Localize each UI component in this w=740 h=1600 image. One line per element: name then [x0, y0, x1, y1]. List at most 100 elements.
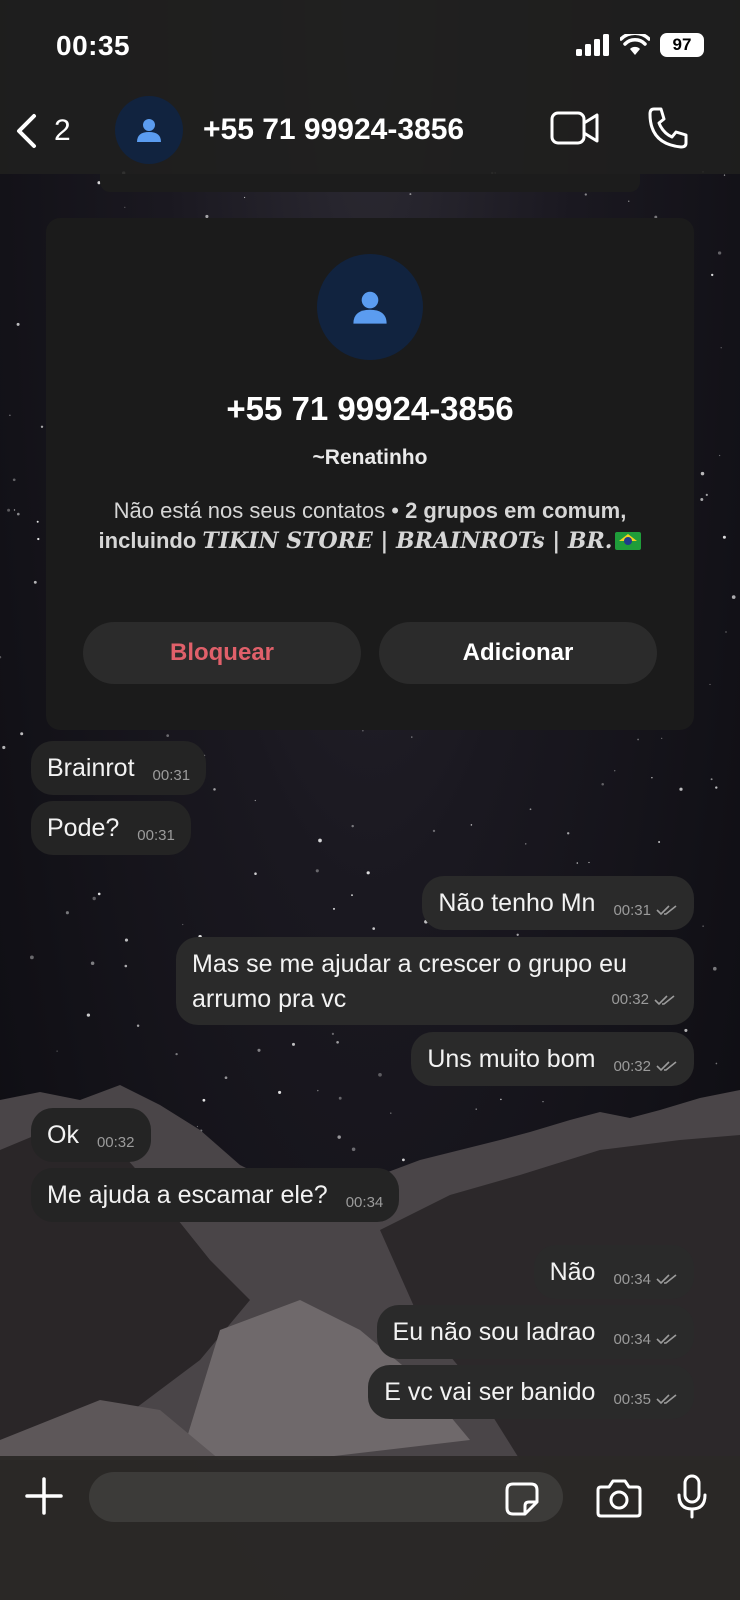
- star: [136, 1024, 140, 1027]
- message-time: 00:32: [611, 991, 649, 1008]
- avatar[interactable]: [115, 96, 183, 164]
- star: [637, 738, 640, 741]
- star: [202, 1098, 206, 1102]
- message-time: 00:34: [613, 1330, 651, 1348]
- message-bubble[interactable]: E vc vai ser banido 00:35: [368, 1365, 694, 1419]
- star: [713, 966, 717, 971]
- star: [12, 478, 16, 482]
- video-camera-icon: [550, 111, 599, 145]
- star: [567, 832, 570, 835]
- star: [628, 200, 630, 202]
- star: [124, 964, 128, 968]
- back-button[interactable]: 2: [14, 108, 71, 154]
- star: [470, 824, 473, 826]
- star: [710, 778, 713, 781]
- star: [278, 1090, 282, 1094]
- message-bubble[interactable]: Pode? 00:31: [31, 801, 191, 855]
- message-bubble[interactable]: Mas se me ajudar a crescer o grupo eu ar…: [176, 937, 694, 1025]
- star: [723, 174, 726, 176]
- star: [679, 787, 683, 791]
- contact-phone: +55 71 99924-3856: [226, 390, 514, 427]
- star: [525, 843, 527, 845]
- microphone-button[interactable]: [676, 1474, 708, 1525]
- message-text: Pode?: [47, 813, 120, 842]
- message-bubble[interactable]: Brainrot 00:31: [31, 741, 207, 795]
- message-text: Ok: [47, 1120, 79, 1149]
- chat-header: 2 +55 71 99924-3856: [0, 90, 740, 174]
- star: [318, 838, 322, 843]
- previous-card-edge: [100, 174, 640, 192]
- message-text: E vc vai ser banido: [384, 1377, 596, 1406]
- message-input[interactable]: [89, 1472, 563, 1522]
- message-bubble[interactable]: Uns muito bom 00:32: [411, 1032, 694, 1086]
- star: [2, 745, 6, 750]
- star: [711, 273, 714, 277]
- phone-icon: [648, 107, 688, 149]
- star: [175, 1052, 178, 1056]
- star: [254, 872, 257, 875]
- star: [16, 322, 20, 326]
- groups-in-common[interactable]: 2 grupos em comum,: [405, 498, 626, 523]
- star: [124, 206, 126, 209]
- star: [372, 927, 376, 930]
- chevron-left-icon: [17, 114, 36, 148]
- message-bubble[interactable]: Não tenho Mn 00:31: [422, 876, 694, 930]
- star: [92, 896, 96, 901]
- contact-avatar[interactable]: [317, 254, 423, 360]
- star: [409, 193, 412, 196]
- camera-button[interactable]: [596, 1478, 642, 1523]
- star: [475, 1108, 477, 1110]
- message-text: Me ajuda a escamar ele?: [47, 1180, 328, 1209]
- battery-indicator: 97: [660, 33, 704, 57]
- message-text: Mas se me ajudar a crescer o grupo eu: [192, 950, 627, 978]
- star: [33, 580, 37, 584]
- star: [337, 1135, 341, 1139]
- star: [722, 535, 726, 539]
- star: [20, 732, 24, 736]
- star: [351, 1147, 356, 1152]
- message-bubble[interactable]: Ok 00:32: [31, 1108, 151, 1162]
- star: [16, 512, 20, 516]
- star: [717, 251, 722, 255]
- message-text: Eu não sou ladrao: [392, 1317, 596, 1346]
- status-bar: 00:35 97: [0, 0, 740, 90]
- message-time: 00:35: [613, 1390, 651, 1408]
- star: [56, 1050, 58, 1052]
- attach-button[interactable]: [24, 1476, 64, 1521]
- double-check-icon: [656, 1394, 677, 1405]
- star: [709, 683, 711, 685]
- star: [715, 786, 718, 789]
- message-bubble[interactable]: Me ajuda a escamar ele? 00:34: [31, 1168, 400, 1222]
- star: [244, 196, 246, 199]
- star: [588, 861, 590, 864]
- voice-call-button[interactable]: [646, 106, 688, 155]
- contact-name: ~Renatinho: [312, 446, 428, 469]
- sticker-icon: [505, 1482, 539, 1516]
- add-contact-button[interactable]: Adicionar: [379, 622, 657, 684]
- block-button[interactable]: Bloquear: [83, 622, 361, 684]
- message-time: 00:32: [96, 1133, 135, 1151]
- star: [705, 493, 708, 497]
- star: [317, 1089, 319, 1092]
- star: [500, 1098, 502, 1101]
- microphone-icon: [677, 1474, 707, 1519]
- sticker-button[interactable]: [505, 1482, 539, 1521]
- message-composer: [0, 1456, 740, 1600]
- message-text: Não: [549, 1257, 596, 1286]
- star: [336, 1040, 339, 1044]
- star: [529, 808, 532, 811]
- person-icon: [137, 119, 161, 142]
- video-call-button[interactable]: [550, 108, 600, 153]
- message-bubble[interactable]: Não 00:34: [533, 1245, 694, 1299]
- star: [731, 595, 736, 599]
- group-name: TIKIN STORE | BRAINROTs | BR.: [202, 528, 613, 554]
- star: [432, 829, 436, 833]
- star: [213, 788, 216, 791]
- star: [702, 925, 704, 927]
- message-bubble[interactable]: Eu não sou ladrao 00:34: [376, 1305, 694, 1359]
- chat-title[interactable]: +55 71 99924-3856: [203, 113, 464, 147]
- star: [362, 730, 364, 732]
- double-check-icon: [654, 994, 675, 1005]
- message-time: 00:34: [613, 1270, 651, 1288]
- star: [351, 824, 354, 828]
